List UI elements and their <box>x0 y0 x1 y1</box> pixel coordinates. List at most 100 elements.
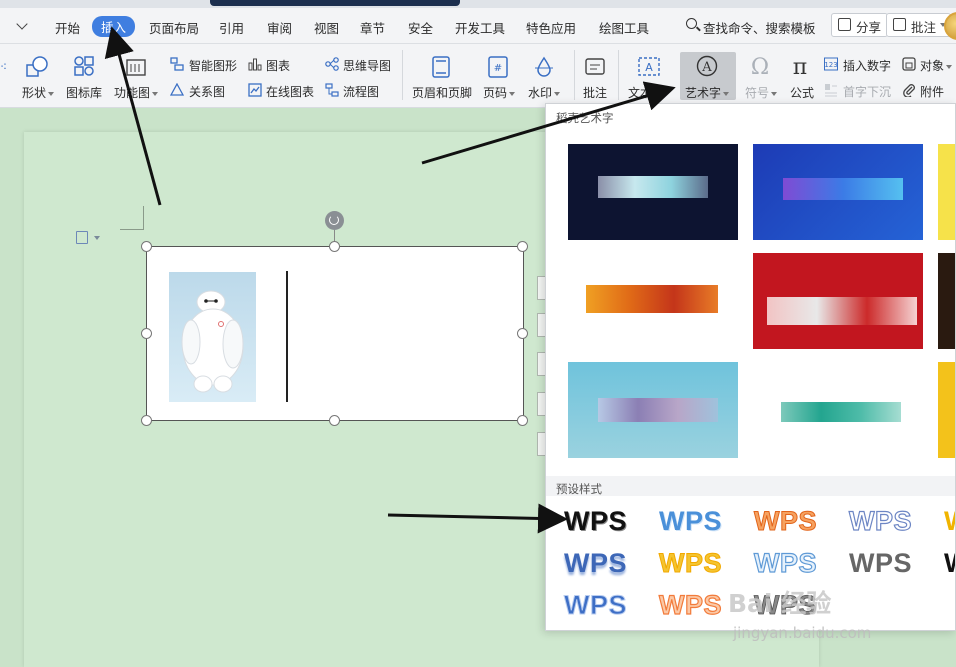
caret-down-icon <box>771 91 778 96</box>
formula-button[interactable]: 公式 <box>790 84 814 101</box>
chevron-down-icon[interactable] <box>16 18 28 30</box>
wordart-preset-11[interactable]: WPS <box>563 590 627 621</box>
textbox-button[interactable]: 文本 <box>628 84 652 101</box>
relation-chart-icon <box>170 83 184 96</box>
page-number-label: 页码 <box>483 86 508 100</box>
svg-text:123: 123 <box>824 61 837 69</box>
comment-icon <box>893 18 906 31</box>
caret-down-icon <box>48 91 55 96</box>
wordart-preset-9[interactable]: WPS <box>849 548 912 579</box>
resize-handle-br[interactable] <box>517 415 528 426</box>
svg-text:Ω: Ω <box>751 55 769 77</box>
svg-text:π: π <box>793 55 807 77</box>
inserted-image[interactable] <box>169 272 256 402</box>
shape-button[interactable]: 形状 <box>22 84 55 101</box>
caret-down-icon <box>554 91 561 96</box>
wordart-template-7[interactable] <box>568 362 738 458</box>
svg-text:#: # <box>494 63 502 74</box>
resize-handle-tl[interactable] <box>141 241 152 252</box>
resize-handle-t[interactable] <box>329 241 340 252</box>
wordart-preset-6[interactable]: WPS <box>564 548 627 579</box>
paragraph-layout-icon[interactable] <box>76 231 88 244</box>
object-button[interactable]: 对象 <box>920 57 953 74</box>
comment-button[interactable]: 批注 <box>886 13 952 37</box>
function-chart-button[interactable]: 功能图 <box>114 84 159 101</box>
menu-section[interactable]: 章节 <box>360 18 385 37</box>
paperclip-icon <box>903 84 915 97</box>
menu-insert[interactable]: 插入 <box>92 16 136 37</box>
search-icon[interactable] <box>686 18 697 29</box>
wordart-preset-4[interactable]: WPS <box>848 505 912 537</box>
wordart-button[interactable]: 艺术字 <box>685 84 730 101</box>
wordart-template-2[interactable] <box>753 144 923 240</box>
function-chart-label: 功能图 <box>114 86 151 100</box>
resize-handle-b[interactable] <box>329 415 340 426</box>
menu-security[interactable]: 安全 <box>408 18 433 37</box>
menu-devtools[interactable]: 开发工具 <box>455 18 505 37</box>
relation-chart-button[interactable]: 关系图 <box>189 83 225 100</box>
page-number-icon: # <box>488 56 508 78</box>
margin-corner-mark <box>120 206 144 230</box>
attachment-button[interactable]: 附件 <box>920 83 944 100</box>
menu-start[interactable]: 开始 <box>55 18 80 37</box>
menu-features[interactable]: 特色应用 <box>526 18 576 37</box>
caret-down-icon[interactable] <box>94 236 100 240</box>
mindmap-icon <box>325 57 339 71</box>
wordart-preset-1[interactable]: WPS <box>564 506 627 537</box>
omega-icon: Ω <box>751 55 769 77</box>
wordart-template-4[interactable] <box>568 253 738 349</box>
wordart-template-6[interactable] <box>938 253 955 349</box>
caret-down-icon <box>152 91 159 96</box>
active-doc-tab[interactable] <box>210 0 460 6</box>
format-brush-icon[interactable]: ⁖ <box>0 60 7 74</box>
resize-handle-tr[interactable] <box>517 241 528 252</box>
wordart-preset-12[interactable]: WPS <box>658 589 722 621</box>
rotate-handle-icon[interactable] <box>325 211 344 230</box>
dropcap-icon <box>825 84 837 97</box>
wordart-template-8[interactable] <box>753 362 923 458</box>
symbol-label: 符号 <box>745 86 770 100</box>
online-chart-button[interactable]: 在线图表 <box>266 83 314 100</box>
watermark-button[interactable]: 水印 <box>528 84 561 101</box>
resize-handle-r[interactable] <box>517 328 528 339</box>
dropcap-button[interactable]: 首字下沉 <box>843 83 891 100</box>
icon-library-button[interactable]: 图标库 <box>66 84 102 101</box>
text-cursor <box>286 271 288 402</box>
resize-handle-bl[interactable] <box>141 415 152 426</box>
comment-label: 批注 <box>911 20 937 35</box>
menu-references[interactable]: 引用 <box>219 18 244 37</box>
wordart-preset-8[interactable]: WPS <box>753 547 817 579</box>
wordart-template-3[interactable] <box>938 144 955 240</box>
symbol-button[interactable]: 符号 <box>745 84 778 101</box>
header-footer-button[interactable]: 页眉和页脚 <box>412 84 472 101</box>
resize-handle-l[interactable] <box>141 328 152 339</box>
wordart-template-5[interactable] <box>753 253 923 349</box>
wordart-template-1[interactable] <box>568 144 738 240</box>
baymax-image <box>181 290 244 393</box>
share-button[interactable]: 分享 <box>831 13 889 37</box>
flowchart-button[interactable]: 流程图 <box>343 83 379 100</box>
wordart-preset-2[interactable]: WPS <box>659 506 722 537</box>
object-icon <box>902 57 916 71</box>
menu-page-layout[interactable]: 页面布局 <box>149 18 199 37</box>
wordart-preset-10[interactable]: W <box>944 548 955 579</box>
menu-review[interactable]: 审阅 <box>267 18 292 37</box>
page-number-button[interactable]: 页码 <box>483 84 516 101</box>
wordart-template-9[interactable] <box>938 362 955 458</box>
insert-comment-button[interactable]: 批注 <box>583 84 607 101</box>
menu-drawing-tools[interactable]: 绘图工具 <box>599 18 649 37</box>
menu-view[interactable]: 视图 <box>314 18 339 37</box>
search-commands[interactable]: 查找命令、搜索模板 <box>703 18 816 37</box>
smart-shape-button[interactable]: 智能图形 <box>189 57 237 74</box>
object-label: 对象 <box>920 59 945 73</box>
wordart-preset-7[interactable]: WPS <box>658 548 722 579</box>
wordart-icon: A <box>696 55 718 77</box>
ribbon-divider <box>402 50 403 100</box>
wordart-preset-5[interactable]: W <box>944 506 955 537</box>
share-label: 分享 <box>856 20 882 35</box>
wordart-preset-3[interactable]: WPS <box>753 506 817 537</box>
chart-button[interactable]: 图表 <box>266 57 290 74</box>
function-chart-icon <box>126 59 146 76</box>
insert-number-button[interactable]: 插入数字 <box>843 57 891 74</box>
mindmap-button[interactable]: 思维导图 <box>343 57 391 74</box>
